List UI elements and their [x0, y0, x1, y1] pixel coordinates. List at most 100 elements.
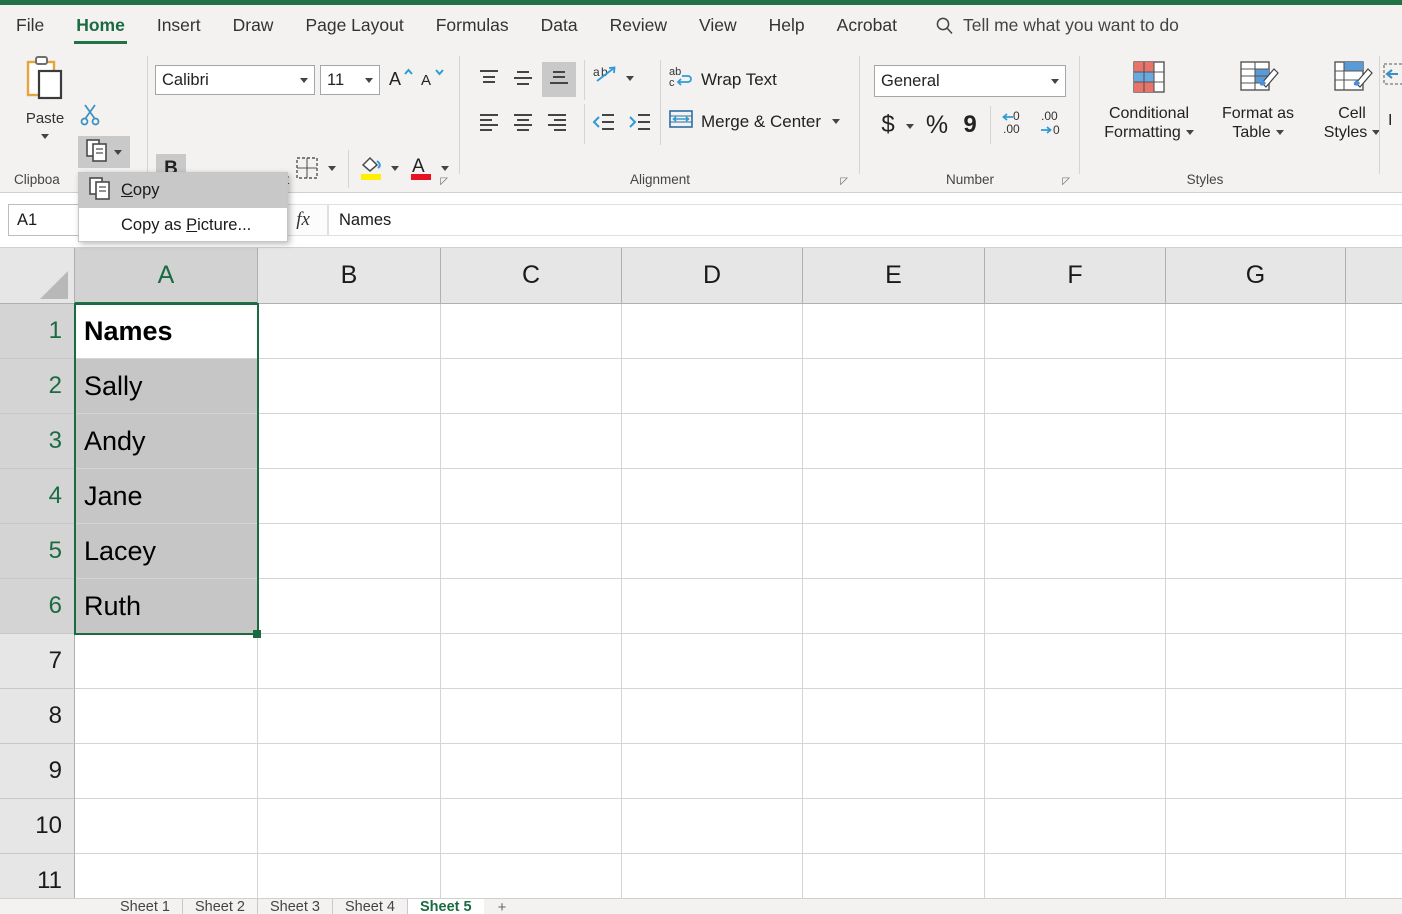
cell-h9[interactable]	[1346, 744, 1402, 799]
cell-c7[interactable]	[441, 634, 622, 689]
merge-center-button[interactable]: Merge & Center	[668, 108, 840, 135]
cell-e5[interactable]	[803, 524, 985, 579]
cell-f7[interactable]	[985, 634, 1166, 689]
row-header-3[interactable]: 3	[0, 414, 75, 469]
copy-button[interactable]	[78, 136, 130, 168]
tab-draw[interactable]: Draw	[217, 5, 290, 46]
cell-d2[interactable]	[622, 359, 803, 414]
decrease-font-size-button[interactable]: A	[420, 65, 448, 95]
number-format-combo[interactable]: General	[874, 65, 1066, 97]
align-middle-button[interactable]	[508, 64, 538, 96]
cell-g4[interactable]	[1166, 469, 1346, 524]
cell-f10[interactable]	[985, 799, 1166, 854]
tab-home[interactable]: Home	[60, 5, 141, 46]
cell-f3[interactable]	[985, 414, 1166, 469]
column-header-c[interactable]: C	[441, 248, 622, 304]
row-header-9[interactable]: 9	[0, 744, 75, 799]
column-header-h[interactable]	[1346, 248, 1402, 304]
add-sheet-button[interactable]: +	[498, 899, 507, 914]
chevron-down-icon[interactable]	[1186, 130, 1194, 135]
menu-item-copy-as-picture[interactable]: Copy as Picture...	[79, 208, 287, 243]
cell-f1[interactable]	[985, 304, 1166, 359]
tab-acrobat[interactable]: Acrobat	[821, 5, 913, 46]
currency-button[interactable]: $	[876, 108, 900, 142]
orientation-button[interactable]: a b	[590, 62, 622, 96]
decrease-indent-button[interactable]	[588, 108, 620, 140]
select-all-corner[interactable]	[0, 248, 75, 304]
cell-d8[interactable]	[622, 689, 803, 744]
formula-input[interactable]: Names	[328, 204, 1402, 236]
column-header-a[interactable]: A	[75, 248, 258, 304]
column-header-g[interactable]: G	[1166, 248, 1346, 304]
cell-b4[interactable]	[258, 469, 441, 524]
cell-e2[interactable]	[803, 359, 985, 414]
tab-page-layout[interactable]: Page Layout	[289, 5, 419, 46]
row-header-7[interactable]: 7	[0, 634, 75, 689]
cell-f6[interactable]	[985, 579, 1166, 634]
cell-f9[interactable]	[985, 744, 1166, 799]
cut-button[interactable]	[80, 101, 100, 131]
align-bottom-button[interactable]	[542, 62, 576, 97]
cell-h10[interactable]	[1346, 799, 1402, 854]
column-header-f[interactable]: F	[985, 248, 1166, 304]
decrease-decimal-button[interactable]: .00 0	[1036, 108, 1070, 142]
cell-g8[interactable]	[1166, 689, 1346, 744]
sheet-tab-3[interactable]: Sheet 3	[258, 899, 333, 914]
chevron-down-icon[interactable]	[1051, 79, 1059, 84]
cell-h5[interactable]	[1346, 524, 1402, 579]
chevron-down-icon[interactable]	[906, 124, 914, 129]
row-header-6[interactable]: 6	[0, 579, 75, 634]
cell-d3[interactable]	[622, 414, 803, 469]
font-name-combo[interactable]: Calibri	[155, 65, 315, 95]
insert-cells-icon[interactable]	[1382, 62, 1402, 97]
align-right-button[interactable]	[542, 108, 572, 140]
cell-b5[interactable]	[258, 524, 441, 579]
cell-c6[interactable]	[441, 579, 622, 634]
cell-b9[interactable]	[258, 744, 441, 799]
tab-formulas[interactable]: Formulas	[420, 5, 525, 46]
align-top-button[interactable]	[474, 64, 504, 96]
number-dialog-launcher[interactable]: ◸	[1062, 176, 1070, 187]
row-header-10[interactable]: 10	[0, 799, 75, 854]
sheet-tab-4[interactable]: Sheet 4	[333, 899, 408, 914]
insert-function-button[interactable]: fx	[296, 209, 310, 231]
cell-b8[interactable]	[258, 689, 441, 744]
cell-f5[interactable]	[985, 524, 1166, 579]
cell-h2[interactable]	[1346, 359, 1402, 414]
font-size-combo[interactable]: 11	[320, 65, 380, 95]
cell-e4[interactable]	[803, 469, 985, 524]
chevron-down-icon[interactable]	[441, 166, 449, 171]
cell-a4[interactable]: Jane	[75, 469, 258, 524]
tab-file[interactable]: File	[0, 5, 60, 46]
cell-d7[interactable]	[622, 634, 803, 689]
cell-h3[interactable]	[1346, 414, 1402, 469]
column-header-e[interactable]: E	[803, 248, 985, 304]
cell-f4[interactable]	[985, 469, 1166, 524]
cell-g9[interactable]	[1166, 744, 1346, 799]
sheet-tab-5[interactable]: Sheet 5	[408, 899, 484, 914]
cell-d10[interactable]	[622, 799, 803, 854]
cell-a8[interactable]	[75, 689, 258, 744]
chevron-down-icon[interactable]	[114, 150, 122, 155]
cell-e6[interactable]	[803, 579, 985, 634]
cell-g10[interactable]	[1166, 799, 1346, 854]
chevron-down-icon[interactable]	[832, 119, 840, 124]
cell-d5[interactable]	[622, 524, 803, 579]
increase-decimal-button[interactable]: 0 .00	[998, 108, 1032, 142]
cell-a3[interactable]: Andy	[75, 414, 258, 469]
row-header-5[interactable]: 5	[0, 524, 75, 579]
increase-font-size-button[interactable]: A	[388, 65, 416, 95]
chevron-down-icon[interactable]	[391, 166, 399, 171]
cell-g1[interactable]	[1166, 304, 1346, 359]
cell-e9[interactable]	[803, 744, 985, 799]
cell-h1[interactable]	[1346, 304, 1402, 359]
cell-b7[interactable]	[258, 634, 441, 689]
cell-c2[interactable]	[441, 359, 622, 414]
menu-item-copy[interactable]: Copy	[79, 173, 287, 208]
cell-e8[interactable]	[803, 689, 985, 744]
cell-g2[interactable]	[1166, 359, 1346, 414]
align-center-button[interactable]	[508, 108, 538, 140]
fill-handle[interactable]	[253, 630, 261, 638]
cell-f2[interactable]	[985, 359, 1166, 414]
cell-b2[interactable]	[258, 359, 441, 414]
